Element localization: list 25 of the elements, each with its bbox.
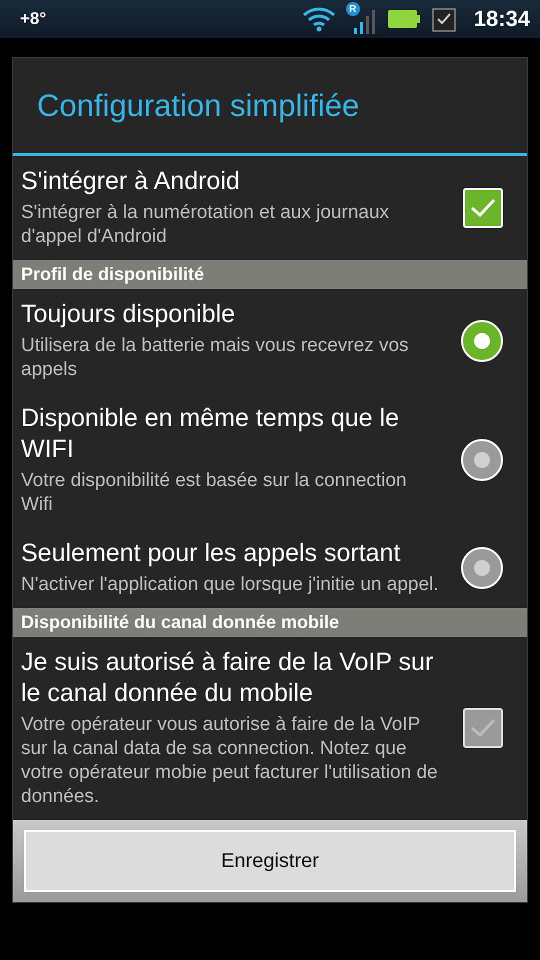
setting-summary: Utilisera de la batterie mais vous recevrez vos appels <box>21 334 410 382</box>
wifi-icon <box>302 6 336 32</box>
section-header: Profil de disponibilité <box>13 260 527 289</box>
setting-summary: S'intégrer à la numérotation et aux journaux d'appel d'Android <box>21 201 390 249</box>
save-button[interactable]: Enregistrer <box>24 830 516 892</box>
dialog-title: Configuration simplifiée <box>13 58 527 156</box>
setting-title: Je suis autorisé à faire de la VoIP sur le canal donnée du mobile <box>21 647 434 709</box>
setting-summary: N'activer l'application que lorsque j'initie un appel. <box>21 573 440 597</box>
checkmark-icon <box>470 718 496 738</box>
radio-button[interactable] <box>461 439 503 481</box>
checkbox-notification-icon <box>432 6 456 32</box>
setting-title: Seulement pour les appels sortant <box>21 538 402 569</box>
setting-title: Disponible en même temps que le WIFI <box>21 403 400 465</box>
setting-summary: Votre opérateur vous autorise à faire de la VoIP sur la canal data de sa connection. Notez que votre opérateur mobie peut facturer l'utilisation de données. <box>21 713 439 809</box>
temperature-text: +8° <box>20 9 48 29</box>
clock-time: 18:34 <box>474 6 530 32</box>
roaming-badge: R <box>346 2 360 16</box>
setting-summary: Votre disponibilité est basée sur la connection Wifi <box>21 469 408 517</box>
checkmark-icon <box>470 198 496 218</box>
setting-title: S'intégrer à Android <box>21 166 241 197</box>
radio-button[interactable] <box>461 546 503 588</box>
radio-button[interactable] <box>461 320 503 362</box>
section-header: Disponibilité du canal donnée mobile <box>13 608 527 637</box>
setting-title: Toujours disponible <box>21 299 236 330</box>
battery-icon <box>388 10 420 28</box>
